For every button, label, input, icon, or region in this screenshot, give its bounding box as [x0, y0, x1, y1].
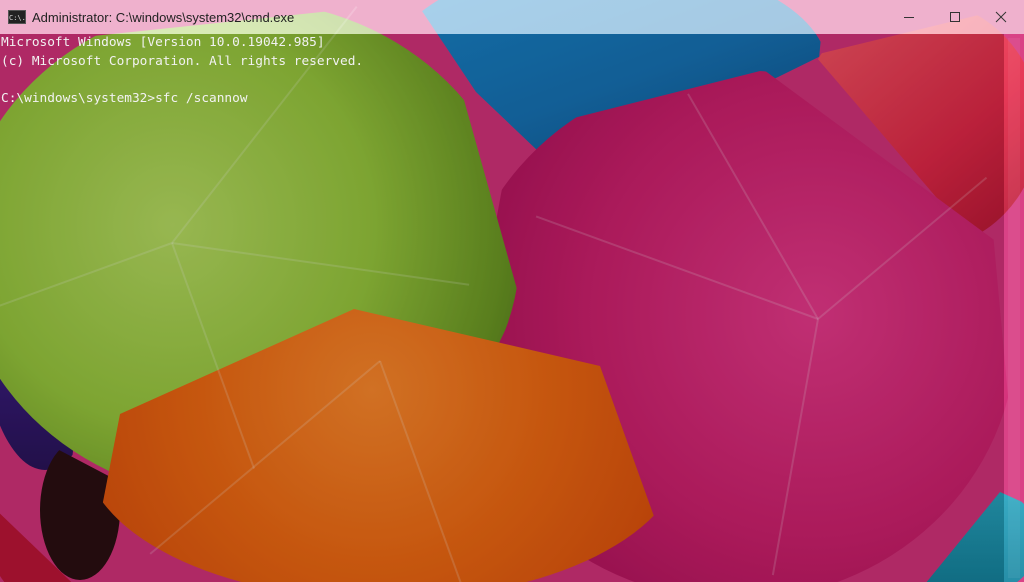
console-line: Microsoft Windows [Version 10.0.19042.98… — [1, 35, 325, 50]
scrollbar-thumb[interactable] — [1008, 38, 1020, 578]
window-title: Administrator: C:\windows\system32\cmd.e… — [32, 9, 295, 25]
cmd-icon: C:\. — [8, 10, 26, 24]
close-button[interactable] — [978, 0, 1024, 34]
close-icon — [995, 11, 1007, 23]
title-bar[interactable]: C:\. Administrator: C:\windows\system32\… — [0, 0, 1024, 34]
command-prompt-line[interactable]: C:\windows\system32>sfc /scannow — [0, 90, 1004, 109]
maximize-icon — [950, 12, 960, 22]
vertical-scrollbar[interactable] — [1004, 34, 1024, 582]
minimize-icon — [904, 17, 914, 18]
window-controls — [886, 0, 1024, 34]
console-line: (c) Microsoft Corporation. All rights re… — [1, 53, 364, 69]
minimize-button[interactable] — [886, 0, 932, 34]
console-output[interactable]: Microsoft Windows [Version 10.0.19042.98… — [0, 34, 1004, 582]
maximize-button[interactable] — [932, 0, 978, 34]
